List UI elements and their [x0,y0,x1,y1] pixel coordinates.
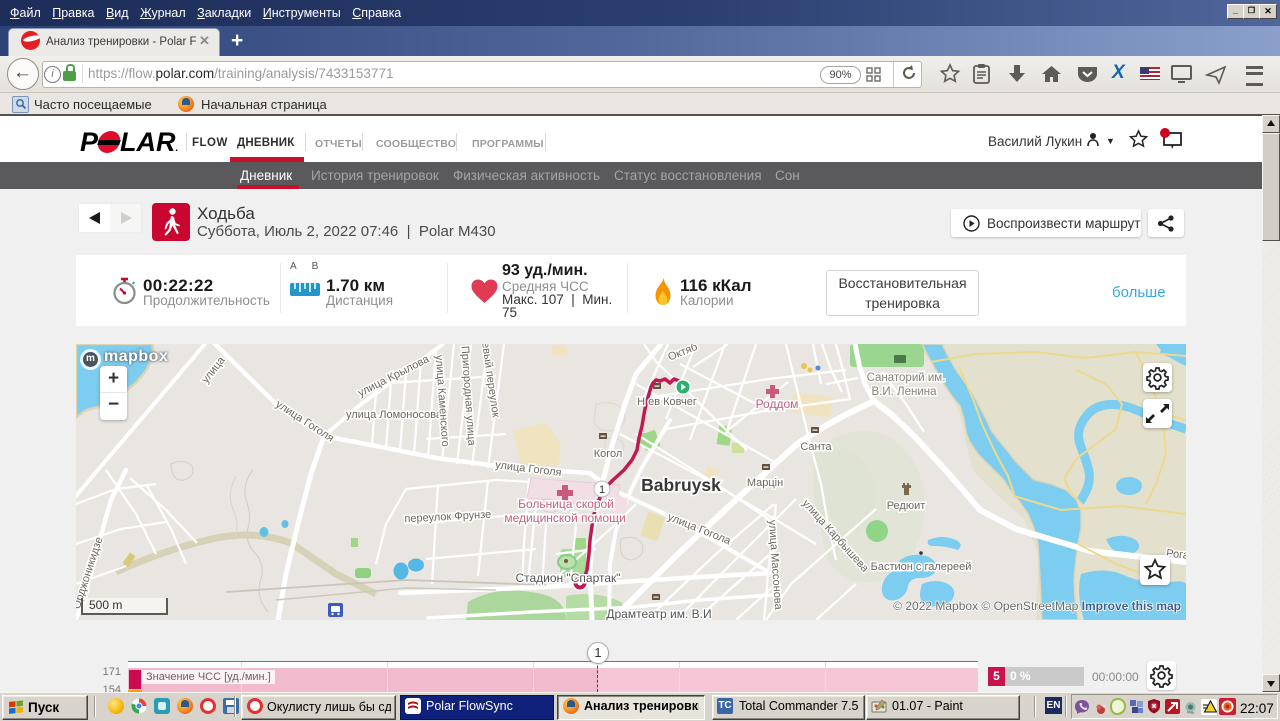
svg-text:медицинской помощи: медицинской помощи [504,511,625,525]
svg-text:В.И. Ленина: В.И. Ленина [872,386,938,398]
svg-text:Н ев Ковчег: Н ев Ковчег [637,396,697,408]
svg-text:© 2022 Mapbox © OpenStreetMap: © 2022 Mapbox © OpenStreetMap Improve th… [893,599,1181,613]
svg-text:Роддом: Роддом [756,397,799,411]
svg-text:улица Ломоносова: улица Ломоносова [346,409,443,421]
svg-text:Драмтеатр им. В.И: Драмтеатр им. В.И [606,607,711,620]
svg-text:Санта: Санта [800,441,832,453]
svg-text:Когол: Когол [594,448,623,460]
svg-text:Марцін: Марцін [747,477,783,489]
svg-text:Санаторий им.: Санаторий им. [867,372,946,384]
svg-text:Больница скорой: Больница скорой [518,497,614,511]
svg-text:1: 1 [599,484,605,496]
svg-text:Стадион "Спартак": Стадион "Спартак" [515,571,620,585]
svg-text:Бастион с галереей: Бастион с галереей [871,561,972,573]
svg-text:Редюит: Редюит [887,500,926,512]
svg-text:Babruysk: Babruysk [641,475,721,495]
